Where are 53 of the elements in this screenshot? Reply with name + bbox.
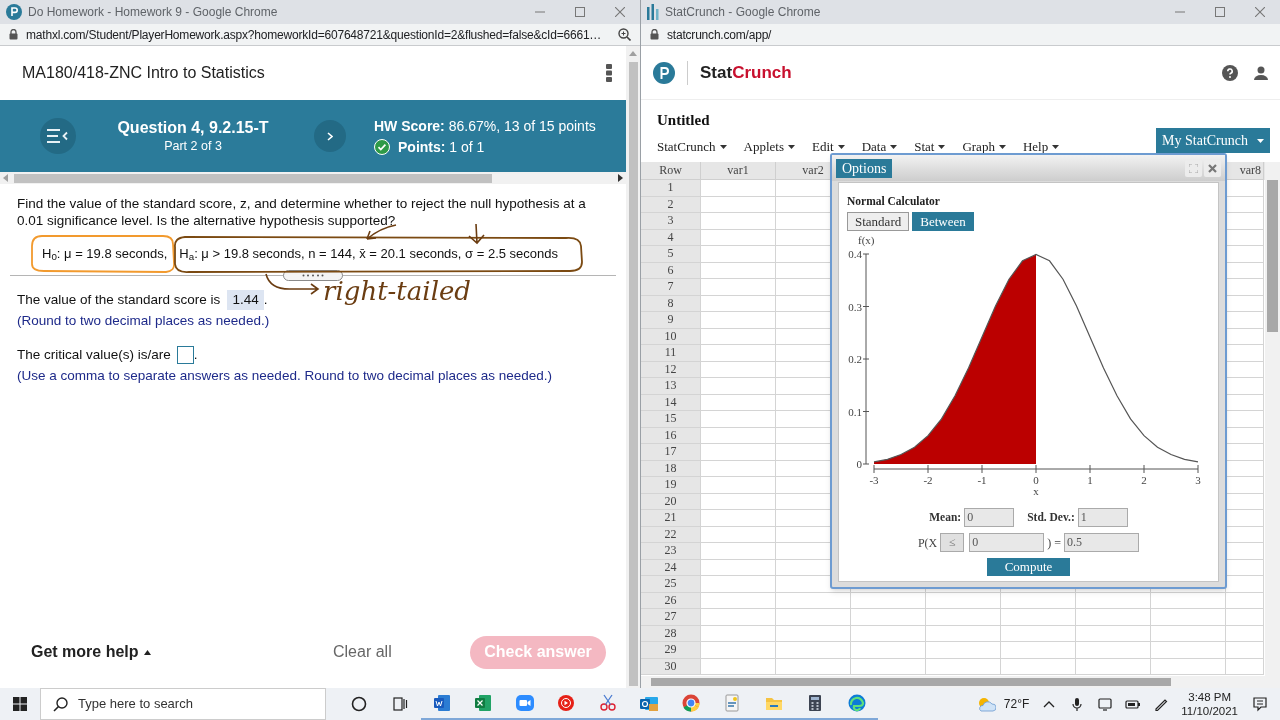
answer-label: The value of the standard score is <box>17 291 221 309</box>
given-values: H$_{a}$: μ > 19.8 seconds, n = 144, x̄ = 20.1 seconds, σ = 2.5 seconds <box>179 245 558 262</box>
axis-tick-label: 0.2 <box>848 353 862 365</box>
answer-hint: (Round to two decimal places as needed.) <box>17 312 271 329</box>
axis-tick-label: 2 <box>1141 474 1147 486</box>
given-values: H$_{0}$: μ = 19.8 seconds, <box>42 245 168 262</box>
axis-tick-label: 0 <box>856 458 862 470</box>
answer-label: The critical value(s) is/are <box>17 346 171 364</box>
answer-end-mark: . <box>263 291 268 309</box>
row-number: 27 <box>641 609 701 626</box>
row-number: 23 <box>641 543 701 560</box>
answer-hint: (Use a comma to separate answers as needed. Round to two decimal places as needed.) <box>17 367 554 384</box>
axis-label: x <box>1033 485 1039 497</box>
axis-tick-label: -1 <box>977 474 987 486</box>
points-text: Points: 1 of 1 <box>398 137 485 157</box>
row-number: 3 <box>641 213 701 230</box>
question-title: Question 4, 9.2.15-T <box>117 117 269 138</box>
question-prompt: Find the value of the standard score, z, and determine whether to reject the null hypothesis at a 0.01 significance level. Is the alternative hypothesis supported? <box>17 195 587 229</box>
window-title: StatCrunch - Google Chrome <box>665 4 822 21</box>
probability-label: ) = <box>1047 534 1062 552</box>
row-number: 25 <box>641 576 701 593</box>
axis-tick-label: 0.3 <box>848 300 862 313</box>
axis-label: f(x) <box>858 234 875 246</box>
window-title: Do Homework - Homework 9 - Google Chrome <box>28 4 279 21</box>
field-label: Mean: <box>929 509 962 525</box>
calculator-title: Normal Calculator <box>847 194 941 208</box>
hw-score-text: HW Score: 86.67%, 13 of 15 points <box>374 116 596 136</box>
app-logo: StatCrunch <box>700 61 792 84</box>
axis-tick-label: -2 <box>923 474 933 486</box>
handwritten-note: right-tailed <box>323 276 471 306</box>
probability-label: P(X <box>917 534 938 552</box>
axis-tick-label: 1 <box>1087 474 1093 486</box>
row-number: 9 <box>641 312 701 329</box>
question-part: Part 2 of 3 <box>164 137 222 155</box>
row-number: 19 <box>641 477 701 494</box>
row-number: 5 <box>641 246 701 263</box>
row-number: 29 <box>641 642 701 659</box>
axis-tick-label: -3 <box>869 474 879 486</box>
axis-tick-label: 0.4 <box>848 248 862 260</box>
row-number: 17 <box>641 444 701 461</box>
field-label: Std. Dev.: <box>1027 509 1075 525</box>
answer-end-mark: . <box>193 346 198 364</box>
axis-tick-label: 0 <box>1033 474 1039 486</box>
row-number: 15 <box>641 411 701 428</box>
row-number: 21 <box>641 510 701 527</box>
row-number: 13 <box>641 378 701 395</box>
axis-tick-label: 0.1 <box>848 405 862 418</box>
row-number: 11 <box>641 345 701 362</box>
course-title: MA180/418-ZNC Intro to Statistics <box>22 63 265 83</box>
row-number: 1 <box>641 180 701 197</box>
document-title: Untitled <box>657 111 711 129</box>
axis-tick-label: 3 <box>1195 474 1201 486</box>
row-number: 7 <box>641 279 701 296</box>
